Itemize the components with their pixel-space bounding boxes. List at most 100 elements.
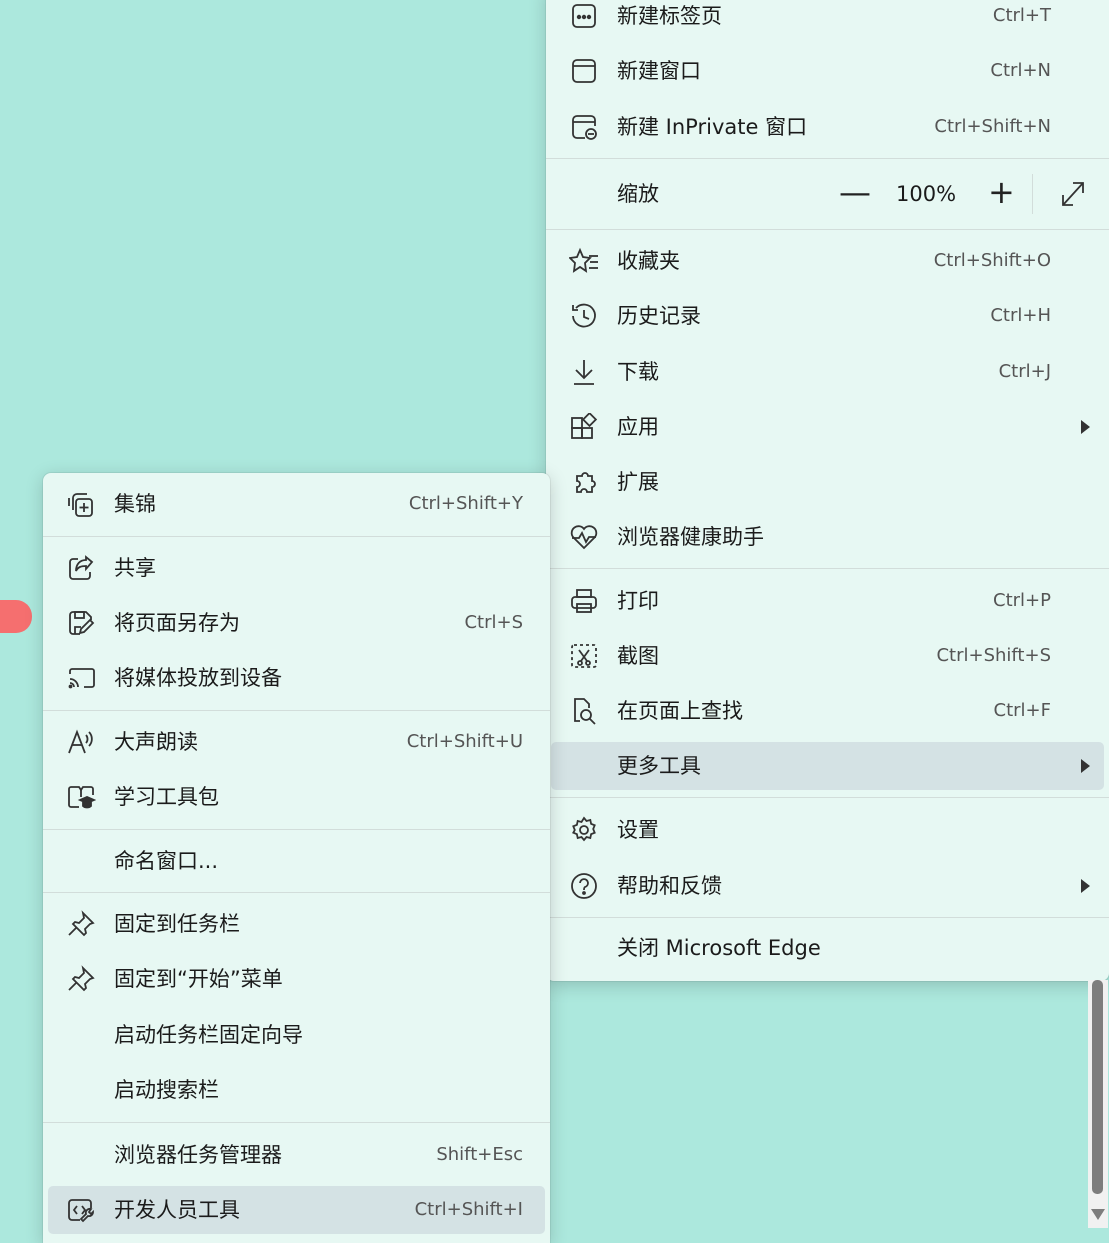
shortcut-label: Ctrl+N xyxy=(990,60,1051,81)
menu-item-apps[interactable]: 应用 xyxy=(551,403,1104,451)
menu-item-cast-media[interactable]: 将媒体投放到设备 xyxy=(48,654,545,702)
menu-item-more-tools[interactable]: 更多工具 xyxy=(551,742,1104,790)
menu-item-label: 启动搜索栏 xyxy=(114,1078,219,1102)
menu-item-search-bar[interactable]: 启动搜索栏 xyxy=(48,1066,545,1114)
menu-item-history[interactable]: 历史记录 Ctrl+H xyxy=(551,292,1104,340)
menu-divider xyxy=(546,797,1109,798)
more-tools-submenu: 集锦 Ctrl+Shift+Y 共享 将页面另存为 Ctrl+S 将媒体投放到设… xyxy=(43,473,550,1243)
menu-divider xyxy=(546,229,1109,230)
menu-item-label: 新建标签页 xyxy=(617,4,722,28)
zoom-label: 缩放 xyxy=(617,182,659,206)
menu-item-label: 命名窗口... xyxy=(114,849,219,873)
shortcut-label: Ctrl+Shift+I xyxy=(414,1199,523,1220)
menu-item-new-tab[interactable]: 新建标签页 Ctrl+T xyxy=(551,0,1104,40)
screenshot-scissors-icon xyxy=(569,642,599,670)
scroll-down-arrow-icon[interactable] xyxy=(1091,1209,1105,1220)
scrollbar-thumb[interactable] xyxy=(1092,980,1103,1194)
menu-item-pin-taskbar[interactable]: 固定到任务栏 xyxy=(48,900,545,948)
menu-item-label: 开发人员工具 xyxy=(114,1198,240,1222)
menu-item-screenshot[interactable]: 截图 Ctrl+Shift+S xyxy=(551,632,1104,680)
menu-item-label: 帮助和反馈 xyxy=(617,874,722,898)
menu-item-label: 学习工具包 xyxy=(114,785,219,809)
menu-item-zoom: 缩放 — 100% + xyxy=(551,170,1104,218)
vertical-scrollbar[interactable] xyxy=(1088,980,1108,1228)
menu-item-label: 应用 xyxy=(617,415,659,439)
menu-item-share[interactable]: 共享 xyxy=(48,544,545,592)
shortcut-label: Ctrl+S xyxy=(464,612,523,633)
learning-book-icon xyxy=(66,783,96,811)
menu-item-label: 大声朗读 xyxy=(114,730,198,754)
menu-item-label: 新建 InPrivate 窗口 xyxy=(617,115,808,139)
menu-divider xyxy=(546,568,1109,569)
shortcut-label: Ctrl+T xyxy=(992,5,1051,26)
help-question-icon xyxy=(569,872,599,900)
zoom-in-button[interactable]: + xyxy=(988,176,1015,208)
menu-item-label: 启动任务栏固定向导 xyxy=(114,1023,303,1047)
menu-item-close-edge[interactable]: 关闭 Microsoft Edge xyxy=(551,924,1104,972)
menu-item-label: 共享 xyxy=(114,556,156,580)
find-page-icon xyxy=(569,697,599,725)
menu-item-taskbar-pin-wizard[interactable]: 启动任务栏固定向导 xyxy=(48,1011,545,1059)
menu-item-label: 集锦 xyxy=(114,492,156,516)
shortcut-label: Ctrl+Shift+O xyxy=(933,250,1051,271)
shortcut-label: Ctrl+Shift+Y xyxy=(408,493,523,514)
menu-item-label: 关闭 Microsoft Edge xyxy=(617,936,821,960)
submenu-arrow-icon xyxy=(1081,879,1090,893)
menu-item-label: 设置 xyxy=(617,818,659,842)
menu-item-name-window[interactable]: 命名窗口... xyxy=(48,837,545,885)
menu-item-label: 新建窗口 xyxy=(617,59,701,83)
extensions-puzzle-icon xyxy=(569,468,599,496)
new-tab-icon xyxy=(569,2,599,30)
menu-item-downloads[interactable]: 下载 Ctrl+J xyxy=(551,348,1104,396)
zoom-divider xyxy=(1032,174,1033,214)
menu-item-label: 固定到任务栏 xyxy=(114,912,240,936)
printer-icon xyxy=(569,587,599,615)
menu-divider xyxy=(43,1122,550,1123)
heart-pulse-icon xyxy=(569,523,599,551)
collections-icon xyxy=(66,490,96,518)
menu-item-collections[interactable]: 集锦 Ctrl+Shift+Y xyxy=(48,480,545,528)
new-window-icon xyxy=(569,57,599,85)
shortcut-label: Ctrl+H xyxy=(990,305,1051,326)
save-edit-icon xyxy=(66,609,96,637)
menu-divider xyxy=(546,917,1109,918)
menu-item-label: 将媒体投放到设备 xyxy=(114,666,282,690)
menu-item-label: 打印 xyxy=(617,589,659,613)
menu-item-find-on-page[interactable]: 在页面上查找 Ctrl+F xyxy=(551,687,1104,735)
apps-grid-icon xyxy=(569,413,599,441)
menu-item-favorites[interactable]: 收藏夹 Ctrl+Shift+O xyxy=(551,237,1104,285)
zoom-value: 100% xyxy=(896,182,957,206)
menu-divider xyxy=(43,710,550,711)
shortcut-label: Ctrl+Shift+U xyxy=(406,731,523,752)
menu-item-read-aloud[interactable]: 大声朗读 Ctrl+Shift+U xyxy=(48,718,545,766)
shortcut-label: Ctrl+F xyxy=(993,700,1051,721)
menu-item-browser-health[interactable]: 浏览器健康助手 xyxy=(551,513,1104,561)
menu-divider xyxy=(43,536,550,537)
menu-item-dev-tools[interactable]: 开发人员工具 Ctrl+Shift+I xyxy=(48,1186,545,1234)
menu-item-save-page-as[interactable]: 将页面另存为 Ctrl+S xyxy=(48,599,545,647)
menu-divider xyxy=(43,892,550,893)
favorites-star-icon xyxy=(569,247,599,275)
developer-tools-icon xyxy=(66,1196,96,1224)
menu-item-label: 将页面另存为 xyxy=(114,611,240,635)
menu-item-new-window[interactable]: 新建窗口 Ctrl+N xyxy=(551,47,1104,95)
menu-item-label: 在页面上查找 xyxy=(617,699,743,723)
pin-icon xyxy=(66,965,96,993)
menu-item-print[interactable]: 打印 Ctrl+P xyxy=(551,577,1104,625)
menu-item-label: 下载 xyxy=(617,360,659,384)
fullscreen-icon[interactable] xyxy=(1058,180,1088,208)
menu-item-label: 历史记录 xyxy=(617,304,701,328)
history-icon xyxy=(569,302,599,330)
zoom-out-button[interactable]: — xyxy=(839,176,871,208)
menu-item-extensions[interactable]: 扩展 xyxy=(551,458,1104,506)
menu-item-task-manager[interactable]: 浏览器任务管理器 Shift+Esc xyxy=(48,1131,545,1179)
menu-item-pin-start[interactable]: 固定到“开始”菜单 xyxy=(48,955,545,1003)
menu-item-learning-toolkit[interactable]: 学习工具包 xyxy=(48,773,545,821)
menu-item-settings[interactable]: 设置 xyxy=(551,806,1104,854)
menu-item-new-inprivate[interactable]: 新建 InPrivate 窗口 Ctrl+Shift+N xyxy=(551,103,1104,151)
shortcut-label: Ctrl+Shift+S xyxy=(936,645,1051,666)
menu-item-help-feedback[interactable]: 帮助和反馈 xyxy=(551,862,1104,910)
read-aloud-icon xyxy=(66,728,96,756)
tab-indicator[interactable] xyxy=(0,600,32,633)
menu-divider xyxy=(43,829,550,830)
